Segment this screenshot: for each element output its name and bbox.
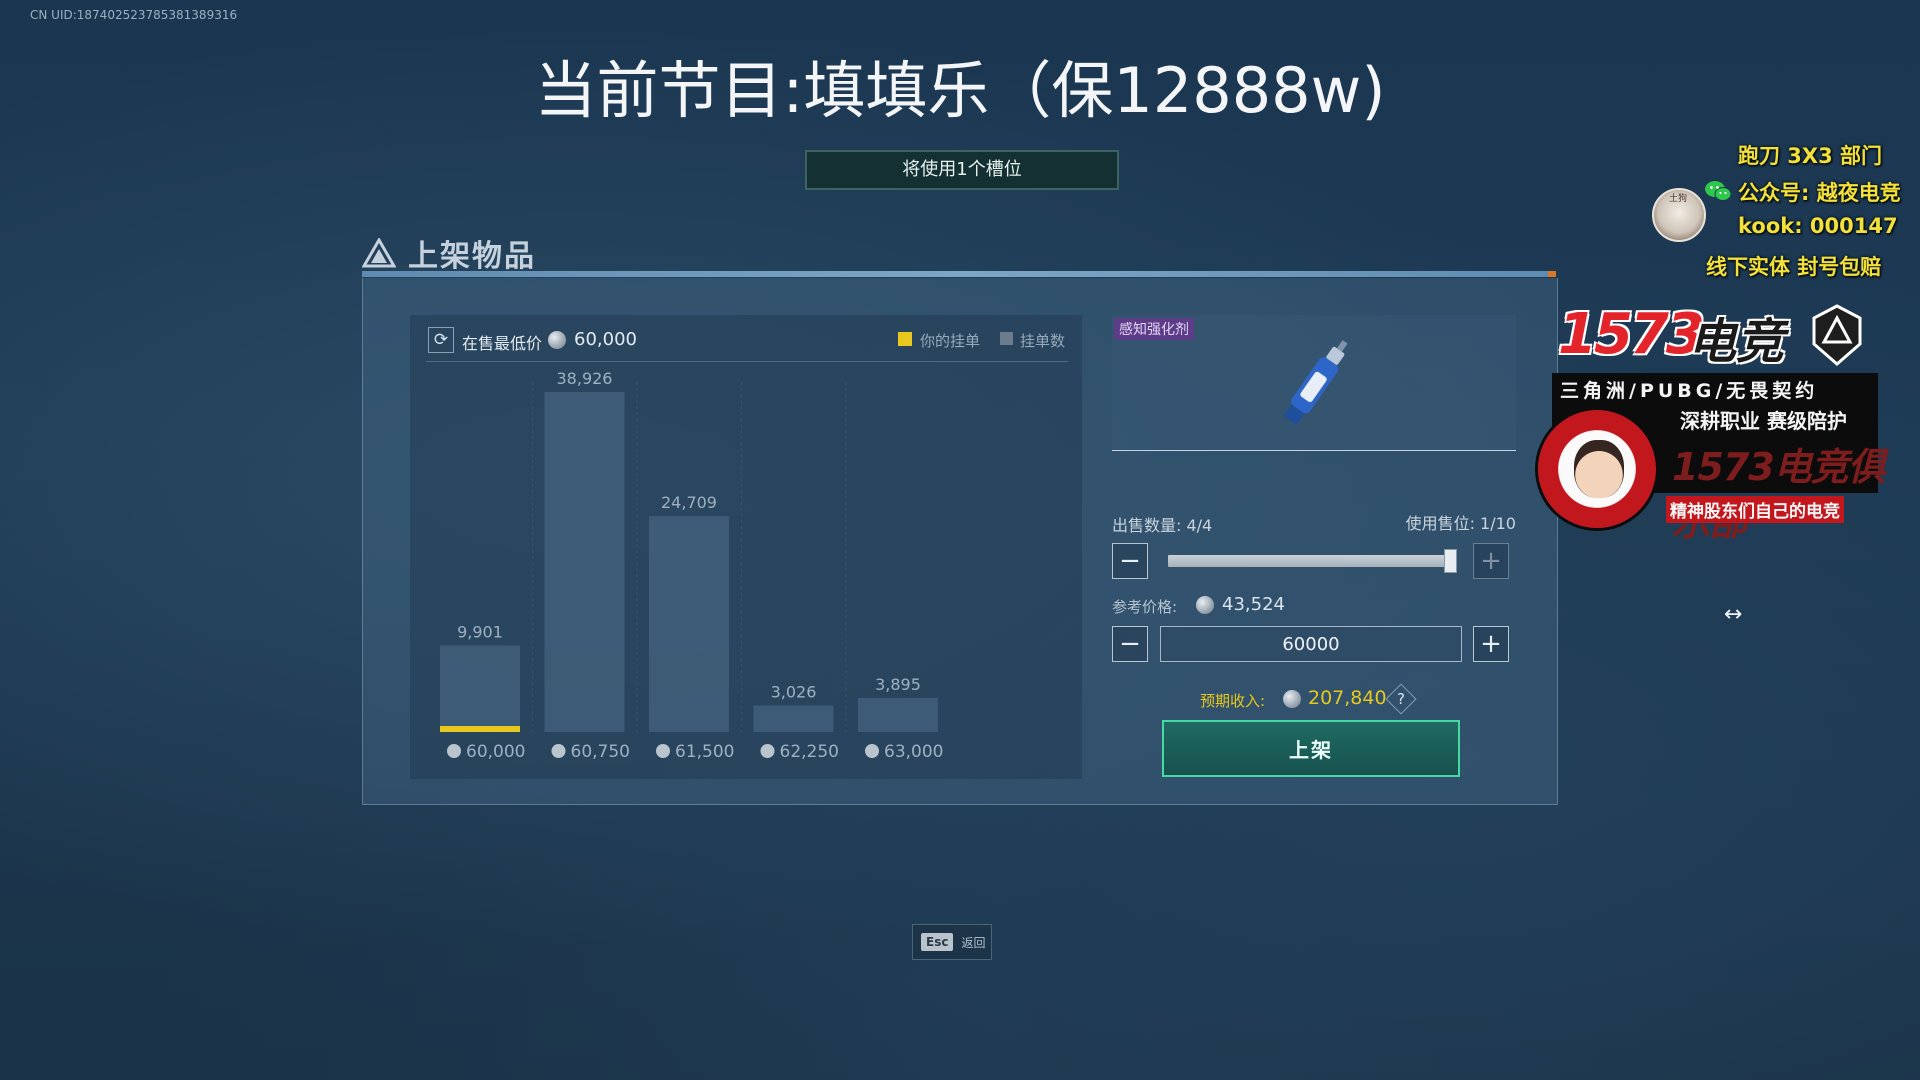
- bar-value-label: 24,709: [661, 493, 717, 512]
- expected-income-label: 预期收入:: [1200, 692, 1266, 710]
- price-tick-label: 60,750: [571, 742, 630, 762]
- quantity-decrease-button[interactable]: −: [1112, 543, 1148, 579]
- coin-icon: [865, 744, 879, 758]
- overlay-line-2: 公众号: 越夜电竞: [1738, 181, 1901, 205]
- price-tick-label: 63,000: [884, 742, 943, 762]
- reference-price-value: 43,524: [1222, 594, 1285, 615]
- promo-tagline: 精神股东们自己的电竞: [1666, 496, 1844, 523]
- quantity-increase-button[interactable]: +: [1473, 543, 1509, 579]
- bar-value-label: 3,026: [771, 683, 817, 702]
- help-icon-glyph: ?: [1397, 690, 1405, 708]
- price-tick-label: 62,250: [780, 742, 839, 762]
- item-name-tag: 感知强化剂: [1114, 318, 1194, 340]
- overlay-line-3: kook: 000147: [1738, 214, 1898, 238]
- item-card: 感知强化剂: [1112, 315, 1516, 451]
- chart-bar: [544, 392, 625, 732]
- slot-usage-banner: 将使用1个槽位: [805, 150, 1119, 190]
- coin-icon: [1196, 596, 1214, 614]
- chart-bar: [440, 645, 520, 732]
- quantity-slider-handle[interactable]: [1444, 549, 1457, 573]
- back-button[interactable]: Esc 返回: [912, 924, 992, 960]
- your-listing-marker: [440, 726, 520, 732]
- section-header: 上架物品: [362, 232, 536, 274]
- chart-header: ⟳ 在售最低价 60,000 你的挂单 挂单数: [426, 325, 1068, 362]
- slot-usage-label: 使用售位: 1/10: [1405, 514, 1516, 533]
- chart-bar: [858, 697, 938, 732]
- list-item-button[interactable]: 上架: [1162, 720, 1460, 777]
- legend-yours-label: 你的挂单: [920, 332, 981, 350]
- bar-value-label: 38,926: [557, 369, 613, 388]
- coin-icon: [1283, 690, 1301, 708]
- brand-text: 电竞: [1688, 314, 1785, 370]
- overlay-line-1: 跑刀 3X3 部门: [1738, 144, 1883, 168]
- bar-value-label: 9,901: [457, 623, 503, 642]
- club-badge-mascot: [1574, 440, 1624, 498]
- overlay-line-4: 线下实体 封号包赔: [1706, 255, 1882, 279]
- price-input[interactable]: [1160, 626, 1462, 662]
- header-divider: [362, 271, 1556, 277]
- refresh-icon[interactable]: ⟳: [428, 327, 454, 353]
- legend-yours-swatch: [898, 332, 912, 346]
- promo-club-name: 1573电竞俱乐部: [1672, 445, 1886, 544]
- lowest-price-value: 60,000: [574, 329, 637, 350]
- stream-title: 当前节目:填填乐（保12888w): [534, 54, 1386, 127]
- bar-value-label: 3,895: [875, 675, 921, 694]
- chart-bar: [753, 705, 834, 732]
- back-label: 返回: [961, 935, 986, 950]
- quantity-slider[interactable]: [1168, 555, 1456, 567]
- brand-number: 1573: [1558, 302, 1705, 367]
- price-tick-label: 60,000: [466, 742, 525, 762]
- coin-icon: [656, 744, 670, 758]
- club-emblem-icon: [1812, 304, 1862, 366]
- reference-price-label: 参考价格:: [1112, 598, 1178, 616]
- expected-income-value: 207,840: [1308, 687, 1387, 709]
- avatar-caption: 土狗: [1669, 194, 1688, 204]
- uid-label: CN UID:187402523785381389316: [30, 8, 238, 22]
- esc-key-icon: Esc: [921, 933, 954, 951]
- wechat-icon: [1705, 181, 1732, 201]
- header-divider-accent: [1548, 271, 1556, 277]
- price-tick-label: 61,500: [675, 742, 734, 762]
- coin-icon: [548, 331, 566, 349]
- legend-count-label: 挂单数: [1020, 332, 1066, 350]
- injector-syringe-icon: [1284, 340, 1348, 425]
- section-title: 上架物品: [408, 239, 536, 274]
- price-increase-button[interactable]: +: [1473, 626, 1509, 662]
- chart-bar: [649, 516, 729, 732]
- sell-quantity-label: 出售数量: 4/4: [1112, 516, 1213, 535]
- lowest-price-label: 在售最低价: [462, 334, 543, 353]
- price-decrease-button[interactable]: −: [1112, 626, 1148, 662]
- resize-cursor-icon: ↔: [1724, 602, 1743, 627]
- coin-icon: [447, 744, 461, 758]
- legend-count-swatch: [1000, 332, 1013, 345]
- coin-icon: [551, 744, 566, 758]
- delta-logo-icon: [362, 238, 396, 268]
- listing-count-chart: 9,901 60,000 38,926 60,750 24,709 61,500 3,026…: [440, 369, 943, 762]
- coin-icon: [760, 744, 775, 758]
- promo-slogan: 深耕职业 赛级陪护: [1680, 409, 1847, 433]
- promo-games: 三角洲/PUBG/无畏契约: [1560, 380, 1819, 402]
